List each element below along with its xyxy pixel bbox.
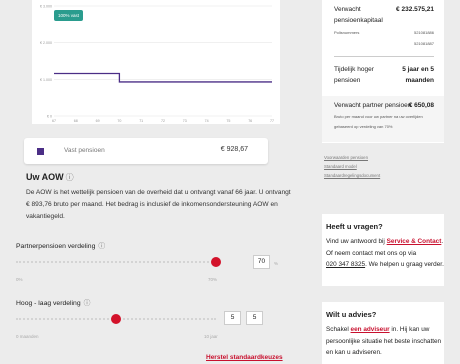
- voorwaarden-link[interactable]: Voorwaarden pensioen: [324, 155, 368, 160]
- x-tick-label: 67: [52, 119, 56, 123]
- hooglaag-slider-min: 0 maanden: [16, 334, 39, 339]
- partner-value-input[interactable]: 70: [253, 255, 270, 269]
- adviseur-link[interactable]: een adviseur: [351, 326, 390, 333]
- partner-slider-title: Partnerpensioen verdeling: [16, 243, 96, 250]
- help-line-3: . We helpen u graag verder.: [365, 261, 444, 268]
- hooglaag-years-input[interactable]: 5: [224, 311, 241, 325]
- tijdelijk-value-2: maanden: [405, 77, 434, 84]
- legend-amount: € 928,67: [220, 146, 248, 153]
- reset-defaults-link[interactable]: Herstel standaardkeuzes: [206, 354, 283, 361]
- hooglaag-slider-title: Hoog - laag verdeling: [16, 300, 81, 307]
- chart-legend: Vast pensioen € 928,67: [24, 138, 268, 164]
- x-tick-label: 69: [96, 119, 100, 123]
- tijdelijk-value-1: 5 jaar en 5: [402, 66, 434, 73]
- y-tick-label: € 0: [47, 115, 52, 119]
- x-tick-label: 74: [205, 119, 209, 123]
- y-tick-label: € 3.000: [40, 5, 52, 9]
- advice-card: Wilt u advies? Schakel een adviseur in. …: [322, 302, 444, 364]
- partner-slider-track[interactable]: [16, 261, 216, 267]
- verwacht-amount: € 232.575,21: [396, 6, 434, 13]
- partner-note-1: Bruto per maand voor uw partner na uw ov…: [334, 114, 423, 119]
- partner-value-unit: %: [274, 261, 279, 266]
- help-line-1: Vind uw antwoord bij: [326, 238, 385, 245]
- hooglaag-months-input[interactable]: 5: [246, 311, 263, 325]
- x-tick-label: 68: [74, 119, 78, 123]
- partner-slider-max: 70%: [208, 277, 218, 282]
- info-icon[interactable]: ⓘ: [84, 300, 91, 307]
- hooglaag-slider-label: Hoog - laag verdeling ⓘ: [16, 297, 90, 307]
- aow-heading: Uw AOW ⓘ: [26, 172, 74, 183]
- help-card: Heeft u vragen? Vind uw antwoord bij Ser…: [322, 214, 444, 286]
- advice-pre: Schakel: [326, 326, 349, 333]
- chart-section: € 3.000 € 2.000 € 1.000 € 0 67 68 69 70 71 72 73 74…: [14, 0, 294, 140]
- info-icon[interactable]: ⓘ: [66, 173, 74, 182]
- pension-chart: € 3.000 € 2.000 € 1.000 € 0 67 68 69 70 71 72 73 74…: [32, 0, 280, 124]
- x-tick-label: 75: [226, 119, 230, 123]
- x-tick-label: 76: [248, 119, 252, 123]
- y-tick-label: € 2.000: [40, 41, 52, 45]
- legend-label: Vast pensioen: [64, 147, 105, 154]
- aow-description: De AOW is het wettelijk pensioen van de …: [26, 189, 291, 220]
- advice-title: Wilt u advies?: [326, 310, 377, 319]
- aow-title: Uw AOW: [26, 172, 64, 182]
- x-tick-label: 71: [139, 119, 143, 123]
- tijdelijk-label-1: Tijdelijk hoger: [334, 66, 374, 73]
- partner-slider-thumb[interactable]: [211, 257, 221, 267]
- help-title: Heeft u vragen?: [326, 222, 383, 231]
- partner-pension-block: Verwacht partner pensioen € 650,08 Bruto…: [322, 96, 444, 142]
- partner-slider-min: 0%: [16, 277, 23, 282]
- hooglaag-slider-thumb[interactable]: [111, 314, 121, 324]
- service-contact-link[interactable]: Service & Contact: [387, 238, 442, 245]
- partner-label: Verwacht partner pensioen: [334, 102, 412, 109]
- regelingsdocument-link[interactable]: Standaardregelingsdocument: [324, 173, 380, 178]
- partner-amount: € 650,08: [408, 102, 434, 109]
- x-tick-label: 73: [183, 119, 187, 123]
- x-tick-label: 70: [117, 119, 121, 123]
- partner-note-2: gebaseerd op verdeling van 70%: [334, 124, 393, 129]
- standaard-model-link[interactable]: Standaard model: [324, 164, 357, 169]
- series-line-vast-pensioen: [54, 72, 272, 83]
- polis-number-1: 521081886: [413, 30, 434, 35]
- fixed-percentage-badge: 100% vast: [54, 10, 84, 21]
- help-line-2: Of neem contact met ons op via: [326, 249, 417, 257]
- advice-text: Schakel een adviseur in. Hij kan uw pers…: [326, 324, 444, 359]
- help-text: Vind uw antwoord bij Service & Contact . …: [326, 238, 444, 268]
- phone-link[interactable]: 020 347 8325: [326, 261, 365, 268]
- x-tick-label: 77: [270, 119, 274, 123]
- divider: [334, 56, 434, 57]
- verwacht-label-2: pensioenkapitaal: [334, 17, 383, 24]
- partner-slider-label: Partnerpensioen verdeling ⓘ: [16, 240, 105, 250]
- legend-swatch: [37, 148, 44, 155]
- polis-label: Polisnummers: [334, 30, 360, 35]
- tijdelijk-label-2: pensioen: [334, 77, 361, 84]
- hooglaag-slider-max: 10 jaar: [204, 334, 218, 339]
- summary-card: Verwacht pensioenkapitaal € 232.575,21 P…: [322, 0, 444, 143]
- y-tick-label: € 1.000: [40, 78, 52, 82]
- verwacht-label-1: Verwacht: [334, 6, 361, 13]
- x-tick-label: 72: [161, 119, 165, 123]
- info-icon[interactable]: ⓘ: [98, 243, 105, 250]
- polis-number-2: 521081887: [413, 41, 434, 46]
